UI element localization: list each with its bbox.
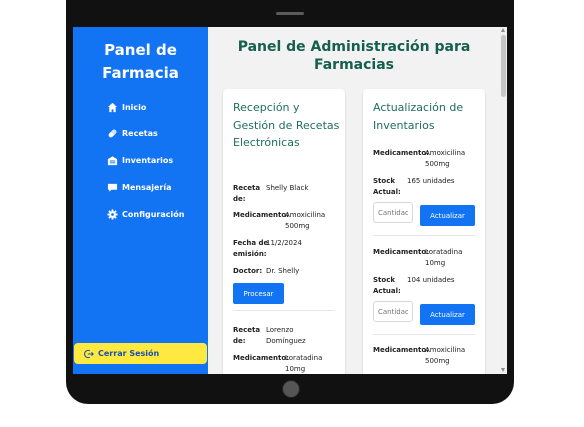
app-screen: Panel de Farmacia Inicio Recetas Inventa… <box>73 27 507 374</box>
process-button[interactable]: Procesar <box>233 283 284 304</box>
scroll-down-arrow-icon[interactable] <box>501 368 505 372</box>
update-button[interactable]: Actualizar <box>420 304 475 325</box>
sidebar-item-label: Configuración <box>122 209 185 219</box>
scroll-thumb[interactable] <box>501 35 506 97</box>
inventory-title: Actualización de Inventarios <box>373 101 464 132</box>
sidebar-item-recetas[interactable]: Recetas <box>107 126 158 140</box>
field-label: Receta de: <box>233 326 261 345</box>
field-value: Loratadina 10mg <box>285 354 323 373</box>
field-label: Medicamento: <box>373 346 429 354</box>
sidebar-item-configuracion[interactable]: Configuración <box>107 207 184 221</box>
field-label: Receta de: <box>233 184 261 203</box>
sidebar-title: Panel de Farmacia <box>102 41 179 82</box>
field-label: Stock Actual: <box>373 276 401 295</box>
scroll-up-arrow-icon[interactable] <box>501 28 505 32</box>
field-value: Amoxicilina 500mg <box>285 211 326 230</box>
warehouse-icon <box>107 155 118 165</box>
field-value: 104 unidades <box>407 276 455 284</box>
field-value: Amoxicilina 500mg <box>425 149 466 168</box>
scrollbar[interactable] <box>500 27 507 374</box>
sidebar-item-label: Inventarios <box>122 155 174 165</box>
divider <box>233 310 335 311</box>
divider <box>373 235 475 236</box>
field-label: Medicamento: <box>373 149 429 157</box>
field-value: Amoxicilina 500mg <box>425 346 466 365</box>
quantity-input[interactable] <box>373 301 413 322</box>
inventory-card: Actualización de Inventarios Medicamento… <box>363 89 485 374</box>
tablet-home-button[interactable] <box>282 380 300 398</box>
prescriptions-card: Recepción y Gestión de Recetas Electróni… <box>223 89 345 374</box>
sidebar-item-label: Inicio <box>122 102 147 112</box>
pill-icon <box>108 129 117 137</box>
sidebar-item-label: Mensajería <box>122 182 172 192</box>
field-label: Fecha de emisión: <box>233 239 269 258</box>
sidebar-item-label: Recetas <box>122 128 158 138</box>
tablet-speaker <box>276 12 304 15</box>
logout-icon <box>84 349 94 358</box>
field-label: Stock Actual: <box>373 177 401 196</box>
field-value: Lorenzo Domínguez <box>266 326 306 345</box>
divider <box>373 334 475 335</box>
chat-icon <box>107 183 118 192</box>
field-value: 11/2/2024 <box>266 239 302 247</box>
logout-button[interactable]: Cerrar Sesión <box>74 343 207 364</box>
field-label: Medicamento: <box>373 248 429 256</box>
home-icon <box>107 102 118 112</box>
field-value: Dr. Shelly <box>266 267 300 275</box>
update-button[interactable]: Actualizar <box>420 205 475 226</box>
sidebar: Panel de Farmacia Inicio Recetas Inventa… <box>73 27 208 374</box>
logout-label: Cerrar Sesión <box>98 349 160 358</box>
field-label: Medicamento: <box>233 211 289 219</box>
sidebar-item-mensajeria[interactable]: Mensajería <box>107 180 172 194</box>
field-label: Medicamento: <box>233 354 289 362</box>
prescriptions-title: Recepción y Gestión de Recetas Electróni… <box>233 101 340 149</box>
page-title: Panel de Administración para Farmacias <box>237 39 471 73</box>
field-value: Shelly Black <box>266 184 309 192</box>
field-value: Loratadina 10mg <box>425 248 463 267</box>
quantity-input[interactable] <box>373 202 413 223</box>
gear-icon <box>107 208 118 220</box>
main-content: Panel de Administración para Farmacias R… <box>208 27 500 374</box>
sidebar-item-inicio[interactable]: Inicio <box>107 100 146 114</box>
field-value: 165 unidades <box>407 177 455 185</box>
sidebar-item-inventarios[interactable]: Inventarios <box>107 153 173 167</box>
